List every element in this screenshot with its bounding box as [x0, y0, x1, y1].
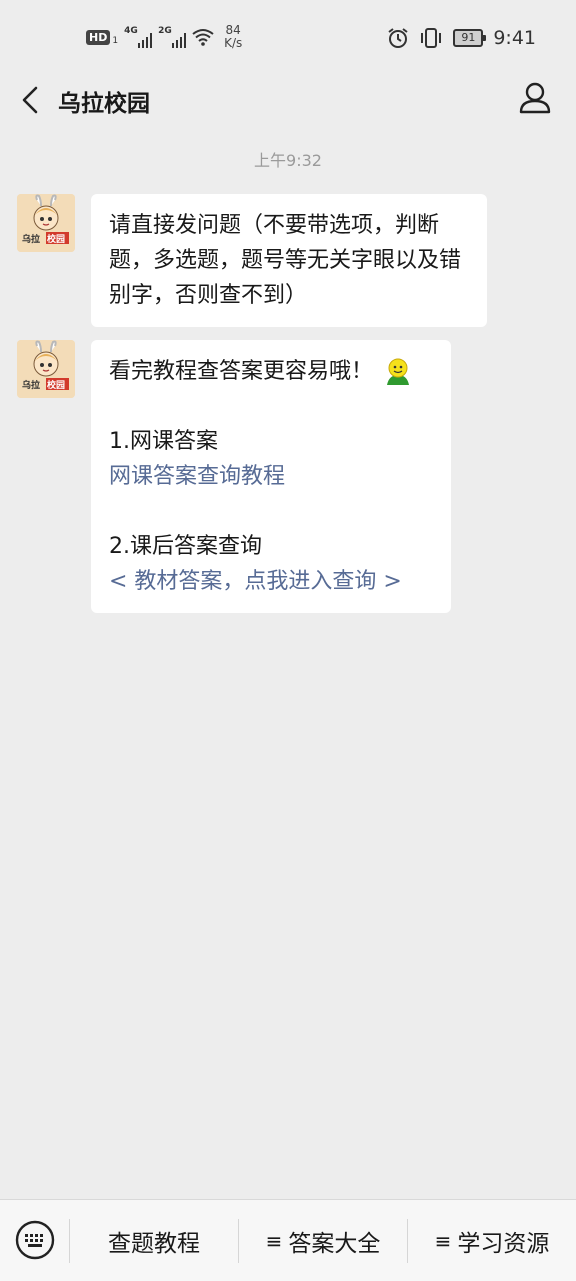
network-type-2: 2G	[158, 26, 172, 36]
bottom-menu-bar: 查题教程 ≡ 答案大全 ≡ 学习资源	[0, 1199, 576, 1281]
clock: 9:41	[493, 27, 536, 49]
signal-2g-icon: 2G	[158, 26, 187, 48]
wifi-icon	[192, 29, 214, 46]
battery-indicator: 91	[453, 29, 487, 47]
avatar-label-left: 乌拉	[22, 381, 41, 391]
avatar[interactable]: 乌拉 校园	[17, 194, 75, 252]
message-text: 请直接发问题（不要带选项，判断题，多选题，题号等无关字眼以及错别字，否则查不到）	[109, 213, 462, 308]
avatar-label-right: 校园	[47, 381, 66, 391]
section-title: 2.课后答案查询	[109, 534, 262, 559]
speed-unit: K/s	[224, 36, 243, 50]
person-icon[interactable]	[518, 78, 552, 118]
page-title: 乌拉校园	[58, 91, 150, 117]
menu-list-icon: ≡	[265, 1228, 283, 1253]
vibrate-icon	[421, 28, 442, 48]
menu-list-icon: ≡	[434, 1228, 452, 1253]
menu-item-label: 学习资源	[457, 1230, 550, 1257]
alarm-icon	[388, 28, 408, 48]
chat-bubble[interactable]: 看完教程查答案更容易哦！ 1.网课答案 网课答案查询教程 2.课后答案查询 < …	[91, 340, 451, 613]
avatar-label-right: 校园	[47, 235, 66, 245]
textbook-answers-link[interactable]: < 教材答案，点我进入查询 >	[109, 564, 433, 599]
chevron-left-icon[interactable]	[18, 80, 42, 120]
tutorial-link[interactable]: 网课答案查询教程	[109, 459, 433, 494]
smiley-face-icon	[387, 358, 410, 385]
menu-item-answers[interactable]: ≡ 答案大全	[239, 1200, 407, 1281]
status-bar: HD 1 4G 2G 84 K/s 91 9:41	[0, 0, 576, 72]
intro-text: 看完教程查答案更容易哦！	[109, 359, 374, 384]
menu-item-label: 答案大全	[288, 1230, 381, 1257]
hd-badge: HD	[86, 29, 111, 45]
avatar[interactable]: 乌拉 校园	[17, 340, 75, 398]
section-title: 1.网课答案	[109, 429, 218, 454]
avatar-label-left: 乌拉	[22, 235, 41, 245]
hd-sub: 1	[112, 36, 119, 46]
nav-bar: 乌拉校园	[0, 72, 576, 128]
speed-value: 84	[225, 23, 241, 37]
status-left: HD 1 4G 2G 84 K/s	[86, 22, 242, 52]
status-right: 91 9:41	[387, 24, 536, 52]
menu-item-resources[interactable]: ≡ 学习资源	[408, 1200, 576, 1281]
signal-4g-icon: 4G	[124, 26, 153, 48]
chat-bubble[interactable]: 请直接发问题（不要带选项，判断题，多选题，题号等无关字眼以及错别字，否则查不到）	[91, 194, 487, 327]
network-speed: 84 K/s	[224, 24, 242, 50]
network-type-1: 4G	[124, 26, 138, 36]
menu-item-label: 查题教程	[108, 1230, 200, 1257]
menu-item-tutorial[interactable]: 查题教程	[70, 1200, 238, 1281]
message-timestamp: 上午9:32	[254, 151, 322, 170]
bubble-intro-line: 看完教程查答案更容易哦！	[109, 354, 433, 389]
keyboard-icon[interactable]	[15, 1220, 55, 1260]
